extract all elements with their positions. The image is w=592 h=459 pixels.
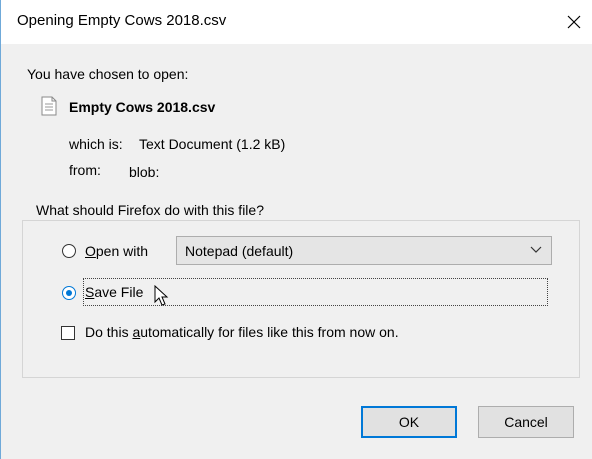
save-file-label[interactable]: Save File (85, 284, 143, 300)
auto-checkbox[interactable] (61, 326, 75, 340)
ok-button[interactable]: OK (361, 406, 457, 438)
file-type-value: Text Document (1.2 kB) (139, 136, 286, 152)
cancel-button[interactable]: Cancel (478, 406, 574, 438)
auto-text: utomatically for files like this from no… (140, 324, 399, 340)
open-with-radio[interactable] (62, 244, 76, 258)
save-file-mnemonic: S (85, 284, 95, 300)
which-is-label: which is: (69, 136, 123, 152)
close-button[interactable] (557, 6, 591, 38)
mouse-cursor-icon (154, 285, 169, 306)
open-with-text: pen with (95, 243, 149, 259)
from-value: blob: (129, 164, 160, 180)
dialog-title: Opening Empty Cows 2018.csv (17, 12, 227, 29)
auto-checkbox-label[interactable]: Do this automatically for files like thi… (85, 324, 399, 340)
auto-prefix: Do this (85, 324, 133, 340)
chevron-down-icon (530, 246, 542, 253)
dialog-window: Opening Empty Cows 2018.csv You have cho… (0, 0, 592, 459)
open-with-mnemonic: O (85, 243, 96, 259)
text-document-icon (41, 96, 57, 116)
file-name: Empty Cows 2018.csv (69, 99, 216, 115)
title-bar[interactable]: Opening Empty Cows 2018.csv (1, 0, 592, 44)
save-file-radio[interactable] (62, 286, 76, 300)
save-file-focus-outline (83, 278, 548, 306)
application-select[interactable]: Notepad (default) (176, 236, 552, 265)
action-group-legend: What should Firefox do with this file? (33, 202, 267, 218)
close-icon (567, 15, 581, 29)
open-with-label[interactable]: Open with (85, 243, 148, 259)
dialog-content: You have chosen to open: Empty Cows 2018… (1, 44, 592, 459)
chosen-text: You have chosen to open: (27, 66, 189, 82)
save-file-text: ave File (94, 284, 144, 300)
application-select-value: Notepad (default) (185, 243, 294, 259)
from-label: from: (69, 162, 101, 178)
